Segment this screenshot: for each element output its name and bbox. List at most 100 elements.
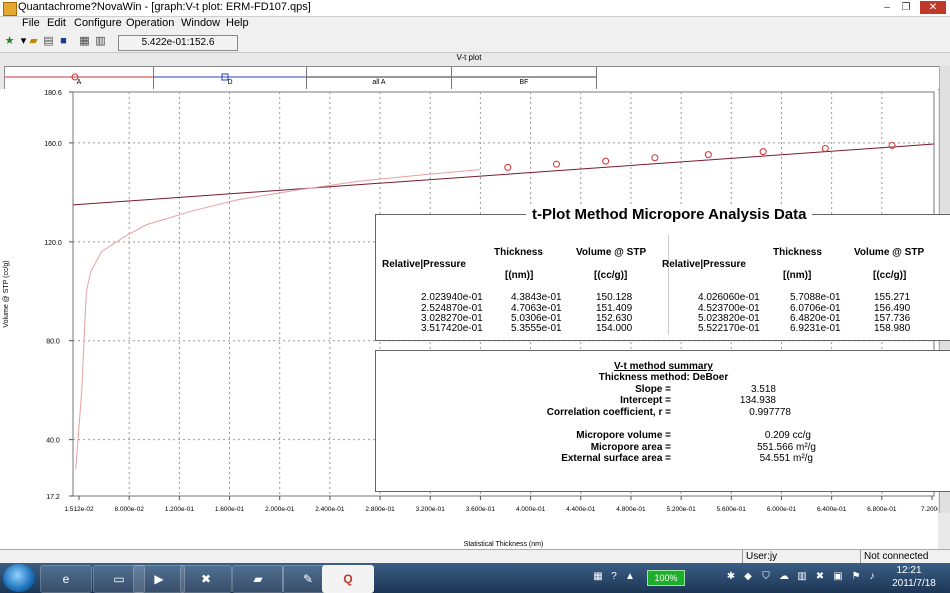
x-tick-label: 6.400e-01 xyxy=(817,506,847,513)
legend-strip: A D all A BF xyxy=(4,66,940,90)
table-cell: 5.522170e-01 xyxy=(698,323,760,334)
header-volume-2: Volume @ STP xyxy=(854,247,925,258)
status-user: User:jy xyxy=(746,551,778,562)
x-tick-label: 1.600e-01 xyxy=(215,506,245,513)
summary-label: External surface area = xyxy=(561,453,671,464)
data-point xyxy=(602,157,610,165)
y-tick-label: 17.2 xyxy=(46,494,60,501)
window-title: Quantachrome?NovaWin - [graph:V-t plot: … xyxy=(18,1,311,13)
summary-label: Correlation coefficient, r = xyxy=(546,407,671,418)
settings-icon[interactable]: ✱ xyxy=(725,571,737,583)
y-tick-label: 80.0 xyxy=(46,339,60,346)
header-rel-pressure: Relative|Pressure xyxy=(382,259,466,270)
legend-item-d[interactable]: D xyxy=(154,67,307,89)
flag-icon[interactable]: ⚑ xyxy=(850,571,862,583)
print-preview-icon[interactable]: ▥ xyxy=(94,35,107,48)
header-thickness: Thickness xyxy=(494,247,543,258)
taskbar: e ▭ ▶ ✖ ▰ ✎ Q ▦ ? ▲ 100% ✱ ◆ ⛉ ☁ ▥ ✖ ▣ ⚑… xyxy=(0,563,950,593)
data-point xyxy=(552,160,560,168)
ie-icon[interactable]: e xyxy=(40,565,92,593)
x-tick-label: 4.000e-01 xyxy=(516,506,546,513)
report-icon[interactable]: ▤ xyxy=(42,35,55,48)
table-cell: 4.026060e-01 xyxy=(698,292,760,303)
summary-value: 0.209 cc/g xyxy=(764,430,811,441)
menu-configure[interactable]: Configure xyxy=(74,17,122,29)
network-icon[interactable]: ▥ xyxy=(796,571,808,583)
media-player-icon[interactable]: ▶ xyxy=(133,565,185,593)
data-point xyxy=(704,151,712,159)
x-axis-label: Statistical Thickness (nm) xyxy=(464,541,544,548)
keyboard-icon[interactable]: ▦ xyxy=(592,571,604,583)
antivirus-icon[interactable]: ✖ xyxy=(814,571,826,583)
help-icon[interactable]: ? xyxy=(608,571,620,583)
device-icon[interactable]: ▣ xyxy=(832,571,844,583)
cloud-icon[interactable]: ☁ xyxy=(778,571,790,583)
new-file-icon[interactable]: ★ xyxy=(3,35,16,48)
menu-file[interactable]: File xyxy=(22,17,40,29)
start-button[interactable] xyxy=(3,564,35,592)
menu-bar: File Edit Configure Operation Window Hel… xyxy=(0,17,950,32)
clock-time[interactable]: 12:21 xyxy=(884,565,934,576)
close-button[interactable]: ✕ xyxy=(920,1,946,14)
menu-help[interactable]: Help xyxy=(226,17,249,29)
save-icon[interactable]: ■ xyxy=(57,35,70,48)
menu-operation[interactable]: Operation xyxy=(126,17,174,29)
results-title: t-Plot Method Micropore Analysis Data xyxy=(526,206,813,223)
volume-icon[interactable]: ♪ xyxy=(866,571,878,583)
table-cell: 158.980 xyxy=(874,323,911,334)
open-folder-icon[interactable]: ▰ xyxy=(27,35,40,48)
y-tick-label: 160.0 xyxy=(44,141,62,148)
summary-label: Intercept = xyxy=(620,395,671,406)
legend-label: D xyxy=(227,79,233,86)
x-tick-label: 3.600e-01 xyxy=(466,506,496,513)
header-rel-pressure-2: Relative|Pressure xyxy=(662,259,746,270)
table-cell: 4.3843e-01 xyxy=(511,292,562,303)
x-tick-label: 6.000e-01 xyxy=(767,506,797,513)
clock-date[interactable]: 2011/7/18 xyxy=(884,578,944,589)
x-tick-label: 4.800e-01 xyxy=(616,506,646,513)
data-point xyxy=(759,148,767,156)
print-icon[interactable]: ▦ xyxy=(78,35,91,48)
shield-icon[interactable]: ⛉ xyxy=(760,571,772,583)
legend-item-all-a[interactable]: all A xyxy=(307,67,452,89)
legend-item-a[interactable]: A xyxy=(5,67,154,89)
minimize-button[interactable]: – xyxy=(878,1,896,14)
summary-value: 0.997778 xyxy=(749,407,791,418)
x-tick-label: 3.200e-01 xyxy=(416,506,446,513)
table-cell: 6.9231e-01 xyxy=(790,323,841,334)
header-volume-unit: [(cc/g)] xyxy=(594,270,628,281)
security-icon[interactable]: ✖ xyxy=(180,565,232,593)
results-panel: t-Plot Method Micropore Analysis Data Re… xyxy=(375,206,950,341)
notification-icon[interactable]: ▲ xyxy=(624,571,636,583)
status-bar: User:jy Not connected xyxy=(0,549,950,564)
battery-indicator[interactable]: 100% xyxy=(647,570,685,586)
folder-icon[interactable]: ▰ xyxy=(232,565,284,593)
y-axis-label: Volume @ STP (cc/g) xyxy=(3,260,10,327)
summary-label: Micropore area = xyxy=(590,442,671,453)
table-cell: 3.517420e-01 xyxy=(421,323,483,334)
x-tick-label: 2.000e-01 xyxy=(265,506,295,513)
legend-label: BF xyxy=(519,79,529,86)
menu-edit[interactable]: Edit xyxy=(47,17,66,29)
novawin-icon[interactable]: Q xyxy=(322,565,374,593)
x-tick-label: 4.400e-01 xyxy=(566,506,596,513)
data-point xyxy=(888,141,896,149)
table-cell: 2.023940e-01 xyxy=(421,292,483,303)
menu-window[interactable]: Window xyxy=(181,17,220,29)
legend-item-bf[interactable]: BF xyxy=(452,67,597,89)
legend-label: all A xyxy=(372,79,386,86)
summary-method: Thickness method: DeBoer xyxy=(598,372,729,383)
restore-button[interactable]: ❐ xyxy=(897,1,915,14)
x-tick-label: 1.512e-02 xyxy=(64,506,94,513)
app-icon xyxy=(3,2,17,16)
x-tick-label: 5.600e-01 xyxy=(717,506,747,513)
summary-value: 134.938 xyxy=(739,395,776,406)
data-point xyxy=(821,145,829,153)
y-tick-label: 40.0 xyxy=(46,438,60,445)
summary-value: 3.518 xyxy=(750,384,776,395)
data-point xyxy=(651,154,659,162)
column-divider xyxy=(668,235,669,335)
header-thickness-unit: [(nm)] xyxy=(505,270,534,281)
app-tray-icon[interactable]: ◆ xyxy=(742,571,754,583)
y-tick-label: 180.6 xyxy=(44,90,62,97)
